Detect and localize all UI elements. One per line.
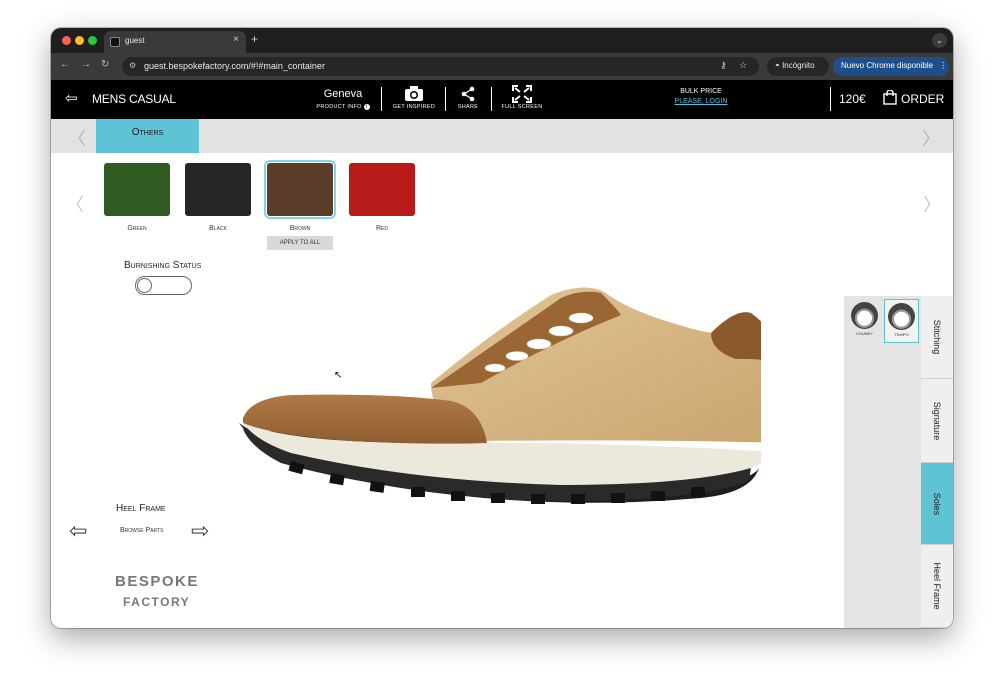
swatch-label: Black — [209, 225, 227, 232]
chrome-update-button[interactable]: Nuevo Chrome disponible ⋮ — [833, 57, 949, 76]
get-inspired-label: GET INSPIRED — [392, 104, 436, 110]
swatch-label: Green — [127, 225, 147, 232]
brand-logo-line2: FACTORY — [123, 595, 191, 609]
address-bar-row: ← → ↻ ⚙ guest.bespokefactory.com/#!#main… — [51, 53, 953, 80]
login-link[interactable]: PLEASE, LOGIN — [663, 98, 739, 105]
category-prev-icon[interactable]: 〈 — [68, 125, 86, 151]
mouse-cursor-icon: ↖ — [334, 370, 343, 381]
side-tab-label: Signature — [932, 401, 942, 440]
price: 120€ — [839, 92, 866, 106]
header-divider — [445, 87, 446, 111]
info-icon: i — [363, 104, 370, 110]
category-bar: 〈 Others 〉 — [51, 119, 953, 153]
reload-icon[interactable]: ↻ — [101, 59, 109, 70]
bookmark-star-icon[interactable]: ☆ — [739, 60, 747, 71]
browser-tab[interactable]: guest × — [104, 31, 246, 53]
order-label: ORDER — [901, 92, 945, 106]
sole-thumbnail — [851, 302, 878, 329]
bulk-price-label: BULK PRICE — [680, 88, 722, 95]
product-info-label: PRODUCT INFO — [316, 104, 362, 110]
back-arrow-icon[interactable]: ⇦ — [65, 89, 78, 107]
order-button[interactable]: ORDER — [883, 89, 945, 108]
current-part-title: Heel Frame — [116, 503, 166, 514]
new-tab-button[interactable]: + — [251, 32, 258, 46]
incognito-badge[interactable]: ◓ Incógnito — [767, 57, 829, 76]
chrome-update-label: Nuevo Chrome disponible — [841, 61, 934, 70]
side-tab-soles[interactable]: Soles — [921, 463, 953, 545]
get-inspired-button[interactable]: GET INSPIRED — [389, 84, 439, 110]
url-text[interactable]: guest.bespokefactory.com/#!#main_contain… — [144, 61, 325, 71]
back-icon[interactable]: ← — [60, 59, 70, 70]
next-part-arrow-icon[interactable]: ⇨ — [191, 518, 209, 544]
collection-title: MENS CASUAL — [92, 92, 176, 106]
camera-icon — [389, 84, 439, 104]
share-icon — [451, 84, 485, 104]
header-divider — [491, 87, 492, 111]
sole-option-label: TEMPO — [894, 332, 909, 337]
browser-window: guest × + ⌄ ← → ↻ ⚙ guest.bespokefactory… — [51, 28, 953, 628]
browser-tab-strip: guest × + ⌄ — [51, 28, 953, 53]
incognito-label: Incógnito — [782, 61, 815, 70]
swatch-label: Brown — [289, 225, 311, 232]
share-button[interactable]: SHARE — [451, 84, 485, 110]
side-tab-signature[interactable]: Signature — [921, 379, 953, 463]
minimize-window-button[interactable] — [75, 36, 84, 45]
tab-close-icon[interactable]: × — [233, 34, 239, 45]
burnishing-label: Burnishing Status — [124, 260, 202, 271]
header-divider — [381, 87, 382, 111]
expand-icon — [497, 84, 547, 104]
close-window-button[interactable] — [62, 36, 71, 45]
side-tab-label: Soles — [932, 492, 942, 515]
sole-option-label: CHUNKY — [856, 331, 873, 336]
full-screen-label: FULL SCREEN — [501, 104, 543, 110]
toggle-knob — [137, 278, 152, 293]
sole-option-chunky[interactable]: CHUNKY — [847, 299, 882, 343]
apply-to-all-button[interactable]: APPLY TO ALL — [267, 236, 333, 250]
side-tab-label: Stitching — [932, 319, 942, 355]
prev-part-arrow-icon[interactable]: ⇦ — [69, 518, 87, 544]
swatch-red[interactable] — [349, 163, 415, 216]
burnishing-toggle[interactable] — [135, 276, 192, 295]
password-key-icon[interactable]: ⚷ — [720, 60, 727, 71]
sole-options-panel — [844, 296, 921, 628]
category-tab-others[interactable]: Others — [96, 119, 199, 153]
bulk-price-block: BULK PRICE PLEASE, LOGIN — [663, 88, 739, 105]
swatch-brown[interactable] — [264, 160, 336, 219]
sole-option-tempo[interactable]: TEMPO — [884, 299, 919, 343]
share-label: SHARE — [457, 104, 479, 110]
swatch-next-icon[interactable]: 〉 — [923, 191, 941, 217]
swatch-label: Red — [375, 225, 388, 232]
tab-search-icon[interactable]: ⌄ — [932, 33, 947, 48]
tab-title: guest — [125, 36, 145, 45]
category-next-icon[interactable]: 〉 — [922, 125, 940, 151]
kebab-menu-icon[interactable]: ⋮ — [939, 61, 947, 70]
sole-thumbnail — [888, 303, 915, 330]
side-tab-stitching[interactable]: Stitching — [921, 296, 953, 379]
forward-icon[interactable]: → — [81, 59, 91, 70]
brand-logo-line1: BESPOKE — [115, 573, 199, 590]
full-screen-button[interactable]: FULL SCREEN — [497, 84, 547, 110]
incognito-icon: ◓ — [775, 61, 783, 70]
product-info-button[interactable]: Geneva PRODUCT INFO i — [313, 84, 373, 110]
maximize-window-button[interactable] — [88, 36, 97, 45]
shopping-bag-icon — [883, 89, 897, 108]
header-divider — [830, 87, 831, 111]
site-info-icon[interactable]: ⚙ — [129, 61, 136, 70]
side-tab-label: Heel Frame — [932, 562, 942, 610]
side-tabs: Stitching Signature Soles Heel Frame — [921, 296, 953, 628]
shoe-3d-preview[interactable] — [231, 253, 761, 523]
side-tab-heel-frame[interactable]: Heel Frame — [921, 545, 953, 628]
browse-parts-label: Browse Parts — [120, 527, 164, 534]
app-header: ⇦ MENS CASUAL Geneva PRODUCT INFO i GET … — [51, 80, 953, 119]
favicon-icon — [110, 37, 120, 47]
swatch-green[interactable] — [104, 163, 170, 216]
swatch-black[interactable] — [185, 163, 251, 216]
swatch-prev-icon[interactable]: 〈 — [66, 191, 84, 217]
product-name: Geneva — [323, 88, 363, 100]
omnibox[interactable]: ⚙ guest.bespokefactory.com/#!#main_conta… — [122, 57, 759, 76]
